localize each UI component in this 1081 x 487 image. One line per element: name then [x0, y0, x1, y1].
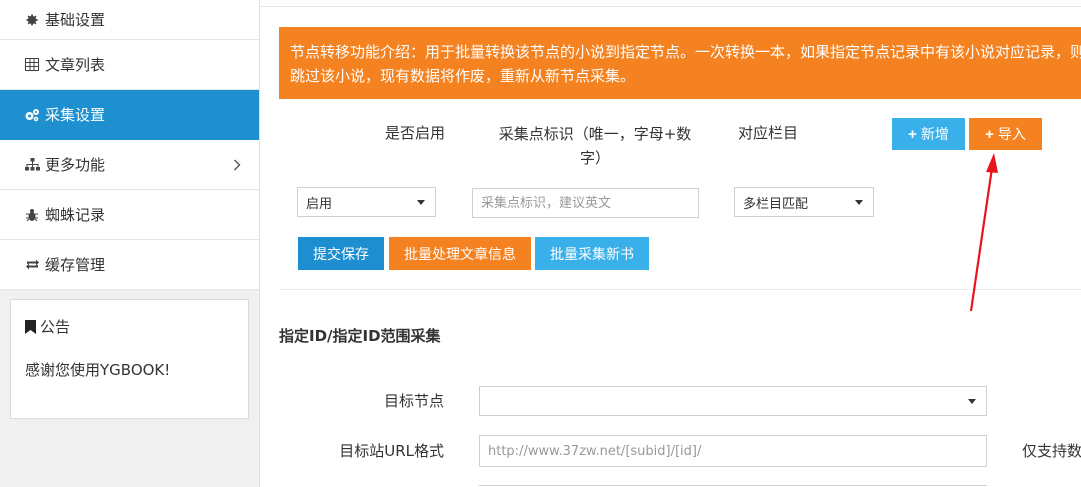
sidebar-item-more-features[interactable]: 更多功能 — [0, 140, 259, 190]
sidebar-item-label: 采集设置 — [45, 106, 106, 124]
caret-down-icon — [417, 200, 425, 205]
bug-icon — [24, 207, 40, 223]
sidebar-item-article-list[interactable]: 文章列表 — [0, 40, 259, 90]
gears-icon — [24, 107, 40, 123]
gear-icon — [24, 12, 40, 28]
plus-icon: + — [908, 125, 917, 143]
sidebar-item-label: 缓存管理 — [45, 256, 106, 274]
collect-id-input[interactable] — [472, 188, 699, 218]
notice-panel: 公告 感谢您使用YGBOOK! — [10, 299, 249, 419]
batch-article-info-button[interactable]: 批量处理文章信息 — [389, 237, 531, 270]
submit-save-button[interactable]: 提交保存 — [298, 237, 384, 270]
sitemap-icon — [24, 157, 40, 173]
main-content: 节点转移功能介绍：用于批量转换该节点的小说到指定节点。一次转换一本，如果指定节点… — [260, 0, 1081, 487]
section-divider — [279, 289, 1081, 290]
sidebar-item-label: 文章列表 — [45, 56, 106, 74]
url-format-label: 目标站URL格式 — [339, 442, 444, 460]
top-divider — [260, 6, 1081, 7]
sidebar-item-collect-settings[interactable]: 采集设置 — [0, 90, 259, 140]
chevron-right-icon — [233, 157, 241, 175]
enable-select[interactable]: 启用 — [297, 187, 436, 217]
column-label-enable: 是否启用 — [384, 124, 445, 142]
sidebar: 基础设置 文章列表 采集设置 更多功能 蜘蛛记录 缓存管理 公告 感谢您使用YG… — [0, 0, 260, 487]
category-select[interactable]: 多栏目匹配 — [734, 187, 874, 217]
url-format-hint: 仅支持数 — [1022, 442, 1081, 460]
add-button[interactable]: + 新增 — [892, 118, 965, 150]
sidebar-item-cache-management[interactable]: 缓存管理 — [0, 240, 259, 290]
url-format-input[interactable] — [479, 435, 987, 467]
target-node-select[interactable] — [479, 386, 987, 416]
notice-title: 公告 — [25, 316, 234, 337]
sidebar-item-spider-log[interactable]: 蜘蛛记录 — [0, 190, 259, 240]
sidebar-item-label: 更多功能 — [45, 156, 106, 174]
sidebar-item-label: 蜘蛛记录 — [45, 206, 106, 224]
sidebar-item-label: 基础设置 — [45, 11, 106, 29]
target-node-label: 目标节点 — [383, 392, 444, 410]
caret-down-icon — [968, 399, 976, 404]
table-icon — [24, 57, 40, 73]
column-label-collect-id: 采集点标识（唯一，字母+数字） — [498, 125, 692, 167]
section-title: 指定ID/指定ID范围采集 — [279, 327, 441, 345]
bookmark-icon — [25, 319, 36, 334]
info-banner: 节点转移功能介绍：用于批量转换该节点的小说到指定节点。一次转换一本，如果指定节点… — [279, 27, 1081, 99]
import-button[interactable]: + 导入 — [969, 118, 1042, 150]
notice-body: 感谢您使用YGBOOK! — [25, 361, 171, 379]
plus-icon: + — [985, 125, 994, 143]
next-field-edge — [479, 485, 987, 486]
refresh-icon — [24, 257, 40, 273]
batch-collect-new-books-button[interactable]: 批量采集新书 — [535, 237, 649, 270]
column-label-category: 对应栏目 — [737, 124, 798, 142]
caret-down-icon — [855, 200, 863, 205]
sidebar-item-basic-settings[interactable]: 基础设置 — [0, 0, 259, 40]
